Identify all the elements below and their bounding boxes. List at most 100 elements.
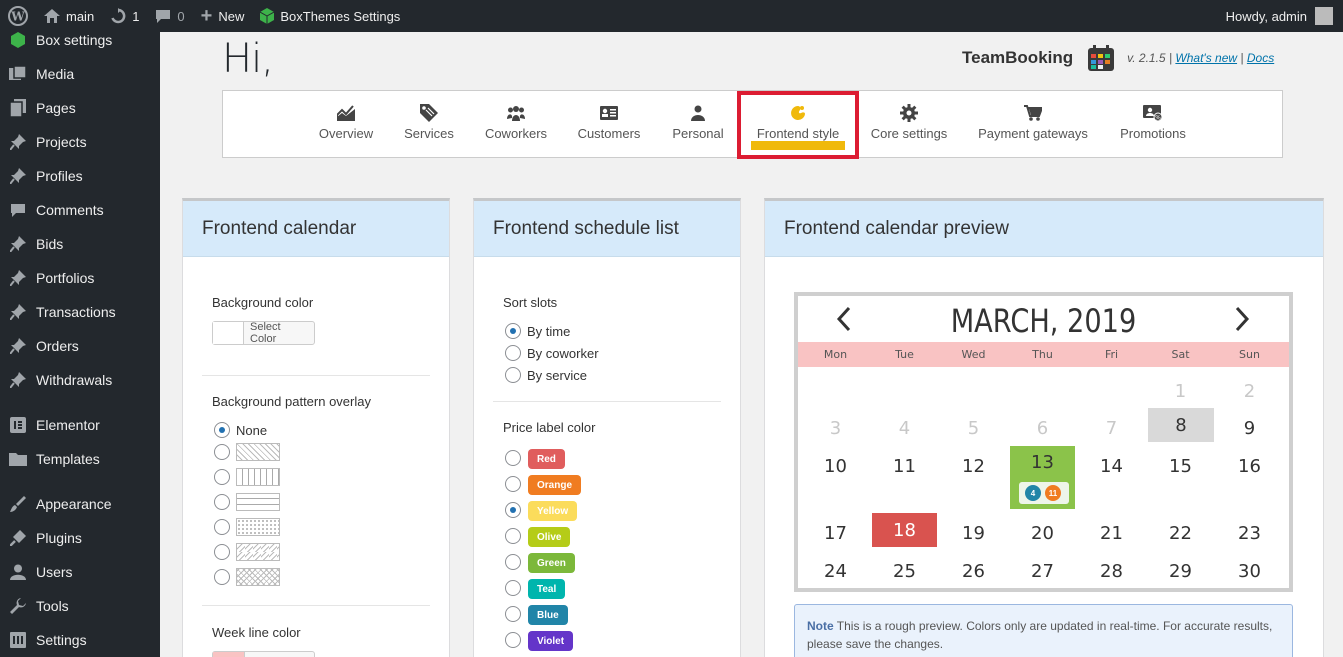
- pattern-radio[interactable]: [214, 544, 230, 560]
- pattern-radio-none[interactable]: [214, 422, 230, 438]
- calendar-day[interactable]: 30: [1215, 554, 1284, 588]
- media-icon: [8, 64, 28, 84]
- price-tag-blue: Blue: [528, 605, 568, 625]
- calendar-day[interactable]: 16: [1215, 449, 1284, 483]
- calendar-day[interactable]: 9: [1215, 411, 1284, 445]
- next-month-icon[interactable]: [1234, 306, 1250, 340]
- tab-core-settings[interactable]: Core settings: [871, 91, 947, 157]
- menu-projects[interactable]: Projects: [0, 127, 160, 157]
- calendar-day[interactable]: 10: [801, 449, 870, 483]
- price-radio-yellow[interactable]: [505, 502, 521, 518]
- calendar-day[interactable]: 15: [1146, 449, 1215, 483]
- menu-elementor[interactable]: Elementor: [0, 410, 160, 440]
- calendar-day[interactable]: 22: [1146, 516, 1215, 550]
- menu-orders[interactable]: Orders: [0, 331, 160, 361]
- pattern-radio[interactable]: [214, 569, 230, 585]
- price-radio-olive[interactable]: [505, 528, 521, 544]
- price-radio-violet[interactable]: [505, 632, 521, 648]
- tab-personal[interactable]: Personal: [671, 91, 725, 157]
- menu-bids[interactable]: Bids: [0, 229, 160, 259]
- price-radio-red[interactable]: [505, 450, 521, 466]
- menu-media[interactable]: Media: [0, 59, 160, 89]
- wrench-icon: [8, 596, 28, 616]
- calendar-day[interactable]: 17: [801, 516, 870, 550]
- price-radio-blue[interactable]: [505, 606, 521, 622]
- tab-label: Personal: [672, 126, 724, 141]
- calendar-day[interactable]: 23: [1215, 516, 1284, 550]
- sort-radio-coworker[interactable]: [505, 345, 521, 361]
- price-radio-teal[interactable]: [505, 580, 521, 596]
- calendar-day[interactable]: 27: [1008, 554, 1077, 588]
- price-radio-green[interactable]: [505, 554, 521, 570]
- price-tag-yellow: Yellow: [528, 501, 578, 521]
- menu-withdrawals[interactable]: Withdrawals: [0, 365, 160, 395]
- calendar-day: 2: [1243, 380, 1256, 402]
- calendar-day[interactable]: 19: [939, 516, 1008, 550]
- panel-title: Frontend schedule list: [474, 201, 740, 257]
- elementor-icon: [8, 415, 28, 435]
- calendar-day[interactable]: 14: [1077, 449, 1146, 483]
- menu-portfolios[interactable]: Portfolios: [0, 263, 160, 293]
- sort-radio-service[interactable]: [505, 367, 521, 383]
- calendar-day[interactable]: 25: [870, 554, 939, 588]
- menu-templates[interactable]: Templates: [0, 444, 160, 474]
- menu-plugins[interactable]: Plugins: [0, 523, 160, 553]
- menu-label: Box settings: [36, 32, 113, 48]
- menu-pages[interactable]: Pages: [0, 93, 160, 123]
- menu-label: Projects: [36, 134, 87, 150]
- bg-color-picker-button[interactable]: Select Color: [212, 321, 315, 345]
- calendar-day: 6: [1036, 417, 1049, 439]
- calendar-day[interactable]: 11: [870, 449, 939, 483]
- pattern-radio[interactable]: [214, 494, 230, 510]
- calendar-day[interactable]: 21: [1077, 516, 1146, 550]
- my-account-link[interactable]: Howdy, admin: [1226, 7, 1343, 25]
- calendar-day[interactable]: 20: [1008, 516, 1077, 550]
- calendar-day-today[interactable]: 8: [1148, 408, 1214, 442]
- sort-option-label: By coworker: [527, 346, 599, 361]
- calendar-day: 4: [898, 417, 911, 439]
- docs-link[interactable]: Docs: [1247, 51, 1274, 65]
- menu-settings[interactable]: Settings: [0, 625, 160, 655]
- weekday-label: Sun: [1239, 348, 1260, 361]
- calendar-day[interactable]: 24: [801, 554, 870, 588]
- pattern-radio[interactable]: [214, 444, 230, 460]
- pattern-diagonal-swatch: [236, 443, 280, 461]
- week-line-color-picker-button[interactable]: [212, 651, 315, 657]
- pattern-radio[interactable]: [214, 469, 230, 485]
- avatar: [1315, 7, 1333, 25]
- boxthemes-settings-link[interactable]: BoxThemes Settings: [252, 0, 408, 32]
- calendar-day: 5: [967, 417, 980, 439]
- tab-services[interactable]: Services: [401, 91, 457, 157]
- calendar-day[interactable]: 12: [939, 449, 1008, 483]
- menu-label: Profiles: [36, 168, 83, 184]
- menu-label: Orders: [36, 338, 79, 354]
- calendar-logo-icon: [1087, 44, 1115, 72]
- tab-payment-gateways[interactable]: Payment gateways: [978, 91, 1088, 157]
- menu-transactions[interactable]: Transactions: [0, 297, 160, 327]
- tab-coworkers[interactable]: Coworkers: [481, 91, 551, 157]
- week-line-color-label: Week line color: [212, 625, 301, 640]
- pattern-radio[interactable]: [214, 519, 230, 535]
- tab-frontend-style[interactable]: Frontend style: [737, 91, 859, 159]
- calendar-day[interactable]: 28: [1077, 554, 1146, 588]
- calendar-day[interactable]: 26: [939, 554, 1008, 588]
- tab-promotions[interactable]: % Promotions: [1119, 91, 1187, 157]
- menu-box-settings[interactable]: Box settings: [0, 25, 160, 55]
- menu-users[interactable]: Users: [0, 557, 160, 587]
- green-cube-icon: [260, 8, 275, 24]
- tab-overview[interactable]: Overview: [313, 91, 379, 157]
- link-divider: |: [1240, 51, 1244, 65]
- tab-customers[interactable]: Customers: [575, 91, 643, 157]
- calendar-day-highlighted[interactable]: 18: [872, 513, 937, 547]
- whats-new-link[interactable]: What's new: [1175, 51, 1237, 65]
- sort-radio-time[interactable]: [505, 323, 521, 339]
- calendar-day[interactable]: 29: [1146, 554, 1215, 588]
- new-content-link[interactable]: + New: [193, 0, 253, 32]
- price-radio-orange[interactable]: [505, 476, 521, 492]
- menu-profiles[interactable]: Profiles: [0, 161, 160, 191]
- menu-appearance[interactable]: Appearance: [0, 489, 160, 519]
- menu-tools[interactable]: Tools: [0, 591, 160, 621]
- menu-comments[interactable]: Comments: [0, 195, 160, 225]
- menu-label: Pages: [36, 100, 76, 116]
- menu-label: Bids: [36, 236, 64, 252]
